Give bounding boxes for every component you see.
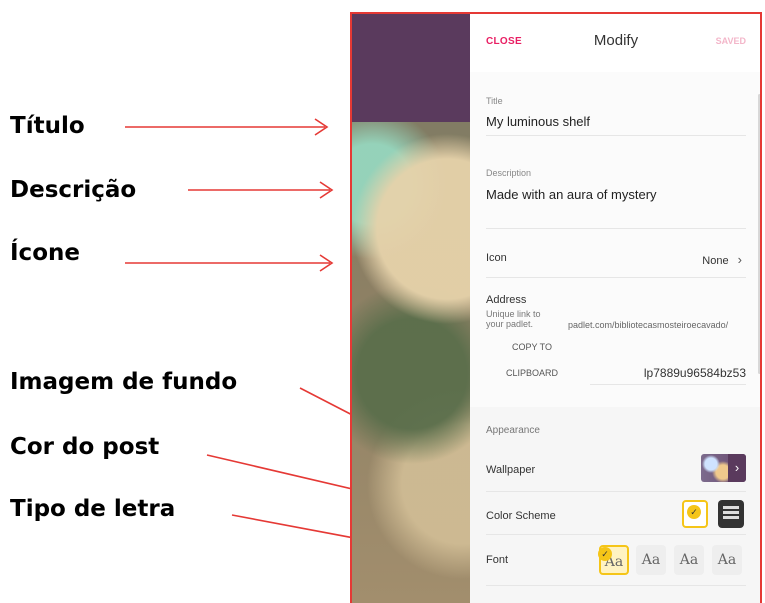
wallpaper-label: Wallpaper xyxy=(486,464,536,476)
settings-form: Title My luminous shelf Description Made… xyxy=(470,72,760,407)
padlet-background xyxy=(352,14,472,603)
description-input[interactable]: Made with an aura of mystery xyxy=(486,187,657,202)
check-icon: ✓ xyxy=(598,547,612,561)
address-label: Address xyxy=(486,294,527,306)
modify-panel: CLOSE Modify SAVED Title My luminous she… xyxy=(470,14,760,603)
font-option-2[interactable]: Aa xyxy=(636,545,666,575)
wallpaper-picker[interactable]: › xyxy=(701,454,746,482)
icon-label: Icon xyxy=(486,252,507,264)
scrollbar[interactable] xyxy=(758,94,760,374)
font-label: Font xyxy=(486,554,509,566)
saved-button[interactable]: SAVED xyxy=(716,36,746,46)
panel-header: CLOSE Modify SAVED xyxy=(470,14,760,72)
address-hint-1: Unique link to xyxy=(486,309,541,319)
padlet-header-bar xyxy=(352,14,472,122)
appearance-section: Appearance Wallpaper › Color Scheme ✓ Fo… xyxy=(470,407,760,603)
address-hint-2: your padlet. xyxy=(486,319,534,329)
divider xyxy=(486,135,746,136)
chevron-right-icon: › xyxy=(728,454,746,482)
dark-scheme-preview-icon xyxy=(723,506,739,509)
appearance-heading: Appearance xyxy=(486,425,540,436)
color-scheme-dark[interactable] xyxy=(718,500,744,528)
icon-value: None xyxy=(702,255,729,267)
divider xyxy=(486,585,746,586)
app-frame: CLOSE Modify SAVED Title My luminous she… xyxy=(350,12,762,603)
description-label: Description xyxy=(486,168,532,178)
title-input[interactable]: My luminous shelf xyxy=(486,114,590,129)
copy-to-clipboard-button-line2[interactable]: CLIPBOARD xyxy=(506,368,558,378)
divider xyxy=(486,534,746,535)
color-scheme-label: Color Scheme xyxy=(486,510,556,522)
copy-to-clipboard-button-line1[interactable]: COPY TO xyxy=(512,342,552,352)
check-icon: ✓ xyxy=(687,505,701,519)
address-slug-input[interactable]: lp7889u96584bz53 xyxy=(644,366,746,380)
divider xyxy=(486,277,746,278)
address-url: padlet.com/bibliotecasmosteiroecavado/ xyxy=(568,320,729,330)
font-option-3[interactable]: Aa xyxy=(674,545,704,575)
divider xyxy=(486,491,746,492)
color-scheme-light[interactable]: ✓ xyxy=(682,500,708,528)
icon-selector[interactable]: None › xyxy=(702,252,742,267)
divider xyxy=(486,228,746,229)
chevron-right-icon: › xyxy=(737,252,742,267)
title-label: Title xyxy=(486,96,503,106)
divider xyxy=(590,384,746,385)
font-option-4[interactable]: Aa xyxy=(712,545,742,575)
